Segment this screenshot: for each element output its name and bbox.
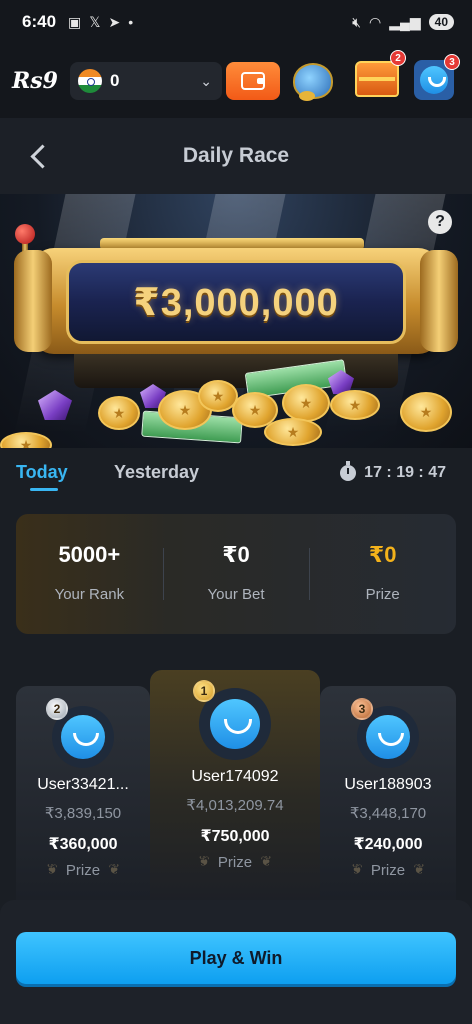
stopwatch-icon [340,461,357,481]
gold-medal-icon: 1 [193,680,215,702]
dot-icon: • [128,14,134,30]
chest-badge: 2 [390,50,406,66]
coin [98,396,140,430]
profile-button[interactable]: 3 [414,54,460,100]
my-stats-card: 5000+ Your Rank ₹0 Your Bet ₹0 Prize [16,514,456,634]
prize-label: Prize [204,853,272,871]
tab-today[interactable]: Today [16,462,68,483]
profile-avatar-icon [420,66,448,94]
jackpot-amount: ₹3,000,000 [133,281,339,324]
money-pot-icon [293,63,333,101]
page-title: Daily Race [182,144,290,167]
bottom-action-bar: Play & Win [0,900,472,1024]
machine-cap-left [14,250,52,352]
bronze-medal-icon: 3 [351,698,373,720]
player-name: User33421... [37,776,129,793]
balance-selector[interactable]: 0 ⌄ [70,62,222,100]
stat-value: ₹0 [222,542,250,567]
balance-value: 0 [110,71,120,90]
help-icon[interactable]: ? [428,210,452,234]
stat-prize: ₹0 Prize [309,514,456,634]
coin [264,418,322,446]
countdown-timer: 17 : 19 : 47 [340,461,446,482]
active-tab-indicator [30,488,58,491]
treasure-chest-icon [355,61,399,97]
status-time: 6:40 [22,12,57,31]
mute-icon: 🔇︎ [352,13,361,30]
stat-value: ₹0 [368,542,397,567]
player-name: User188903 [344,776,432,793]
user-avatar-icon [209,698,261,750]
status-bar: 6:40 ▣ 𝕏 ➤ • 🔇︎ ◠ ▂▄▆ 40 [0,0,472,44]
treasure-chest-button[interactable]: 2 [354,50,406,102]
podium-third-place[interactable]: 3 User188903 ₹3,448,170 ₹240,000 Prize [320,686,456,900]
avatar: 1 [193,680,271,760]
podium-second-place[interactable]: 2 User33421... ₹3,839,150 ₹360,000 Prize [16,686,150,900]
player-prize: ₹360,000 [48,836,118,853]
race-tabs: Today Yesterday 17 : 19 : 47 [0,448,472,502]
wifi-icon: ◠ [368,13,382,30]
screenshot-icon: ▣ [68,13,82,30]
user-avatar-icon [366,715,410,759]
coin [400,392,452,432]
player-prize: ₹750,000 [200,828,270,845]
stat-label: Your Rank [54,586,125,603]
avatar: 3 [351,698,419,768]
stat-value: 5000+ [58,542,121,567]
wallet-button[interactable] [226,62,280,100]
countdown-value: 17 : 19 : 47 [364,464,446,481]
jackpot-banner: ? ₹3,000,000 [0,194,472,448]
silver-medal-icon: 2 [46,698,68,720]
player-bet-amount: ₹3,839,150 [44,805,122,822]
play-and-win-button[interactable]: Play & Win [16,932,456,984]
prize-label: Prize [52,861,120,879]
coin [330,390,380,420]
player-prize: ₹240,000 [353,836,423,853]
stat-label: Your Bet [207,586,265,603]
status-notification-icons: ▣ 𝕏 ➤ • [68,14,133,31]
x-app-icon: 𝕏 [89,13,101,30]
player-bet-amount: ₹3,448,170 [349,805,427,822]
lever-knob [15,224,35,244]
wallet-icon [241,72,265,90]
prize-label: Prize [357,861,425,879]
jackpot-display: ₹3,000,000 [66,260,406,344]
app-logo[interactable]: Rs9 [12,68,66,94]
page-header: Daily Race [0,118,472,194]
machine-cap-right [420,250,458,352]
avatar: 2 [46,698,114,768]
podium-first-place[interactable]: 1 User174092 ₹4,013,209.74 ₹750,000 Priz… [150,670,320,900]
tab-yesterday[interactable]: Yesterday [114,462,199,483]
player-name: User174092 [191,768,279,785]
money-pot-button[interactable] [290,58,336,104]
stat-label: Prize [365,586,400,603]
player-bet-amount: ₹4,013,209.74 [186,797,284,814]
signal-icon: ▂▄▆ [389,13,421,30]
coin [282,384,330,422]
user-avatar-icon [61,715,105,759]
stat-rank: 5000+ Your Rank [16,514,163,634]
back-arrow-icon[interactable] [28,142,50,170]
stat-bet: ₹0 Your Bet [162,514,310,634]
coin [0,432,52,448]
battery-icon: 40 [428,14,454,30]
profile-badge: 3 [444,54,460,70]
india-flag-icon [78,69,102,93]
telegram-icon: ➤ [108,13,121,30]
chevron-down-icon: ⌄ [200,72,212,89]
